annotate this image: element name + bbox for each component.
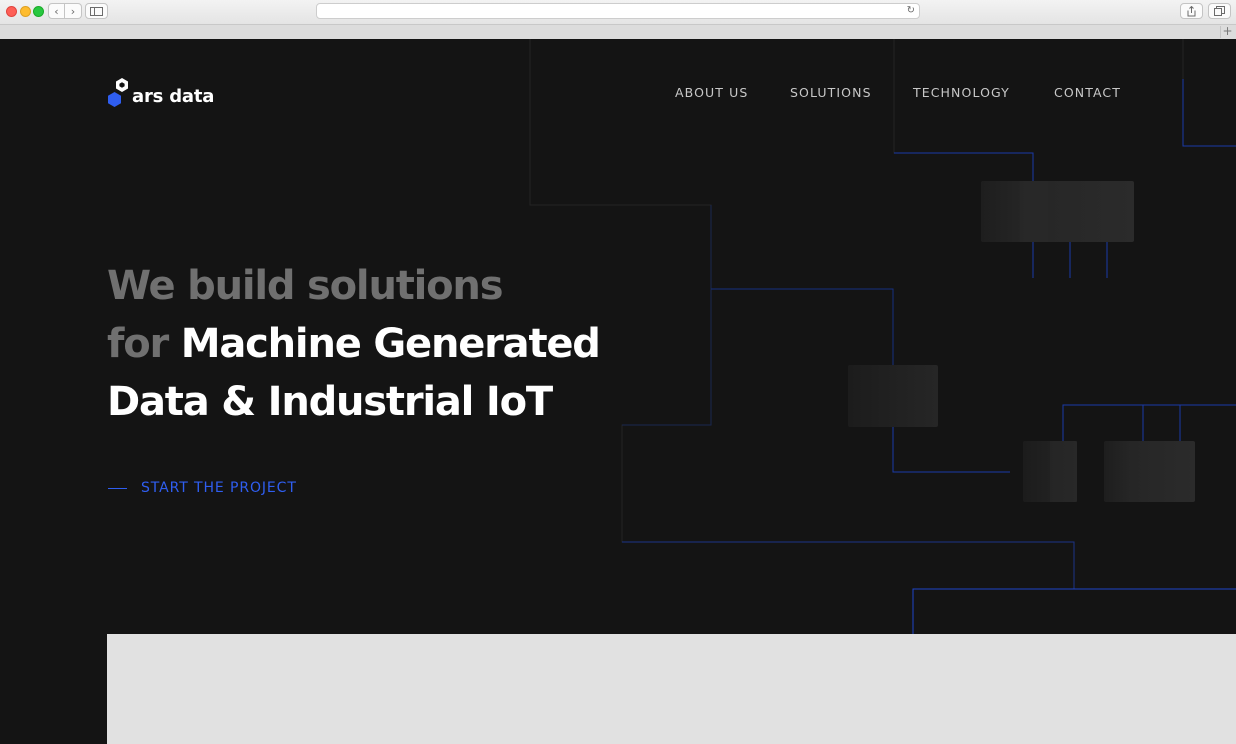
show-tabs-button[interactable] <box>1208 3 1231 19</box>
new-tab-button[interactable]: + <box>1220 25 1234 38</box>
page: ars data ABOUT US SOLUTIONS TECHNOLOGY C… <box>0 39 1236 744</box>
hero-line-2-bright: Machine Generated <box>180 321 601 367</box>
tab-strip: + <box>0 24 1236 39</box>
back-button[interactable]: ‹ <box>48 3 65 19</box>
reload-icon[interactable]: ↻ <box>907 4 915 18</box>
browser-toolbar: ‹ › ↻ <box>0 0 1236 24</box>
nav-solutions[interactable]: SOLUTIONS <box>790 85 872 100</box>
nav-technology[interactable]: TECHNOLOGY <box>913 85 1010 100</box>
forward-button[interactable]: › <box>65 3 82 19</box>
tabs-overview-icon <box>1214 6 1225 16</box>
minimize-window-button[interactable] <box>20 6 31 17</box>
hero-line-2-dim: for <box>107 321 169 367</box>
chevron-right-icon: › <box>70 4 76 18</box>
main-nav: ABOUT US SOLUTIONS TECHNOLOGY CONTACT <box>0 85 1236 101</box>
hero-line-1: We build solutions <box>107 257 600 315</box>
cta-label: START THE PROJECT <box>141 480 297 496</box>
hero-line-1-text: We build solutions <box>107 263 504 309</box>
sidebar-icon <box>90 6 103 16</box>
share-icon <box>1187 5 1196 16</box>
share-button[interactable] <box>1180 3 1203 19</box>
nav-about-us[interactable]: ABOUT US <box>675 85 748 100</box>
close-window-button[interactable] <box>6 6 17 17</box>
hero-line-3: Data & Industrial IoT <box>107 373 600 431</box>
chevron-left-icon: ‹ <box>54 4 59 18</box>
content-panel <box>107 634 1236 744</box>
address-bar[interactable]: ↻ <box>316 3 920 19</box>
zoom-window-button[interactable] <box>33 6 44 17</box>
start-project-link[interactable]: START THE PROJECT <box>108 480 297 496</box>
cta-dash <box>108 487 127 489</box>
hero-line-2: for Machine Generated <box>107 315 601 373</box>
nav-contact[interactable]: CONTACT <box>1054 85 1121 100</box>
hero-line-3-text: Data & Industrial IoT <box>107 379 553 425</box>
hero-heading: We build solutions for Machine Generated… <box>107 257 601 431</box>
browser-chrome: ‹ › ↻ + <box>0 0 1236 39</box>
sidebar-toggle-button[interactable] <box>85 3 108 19</box>
